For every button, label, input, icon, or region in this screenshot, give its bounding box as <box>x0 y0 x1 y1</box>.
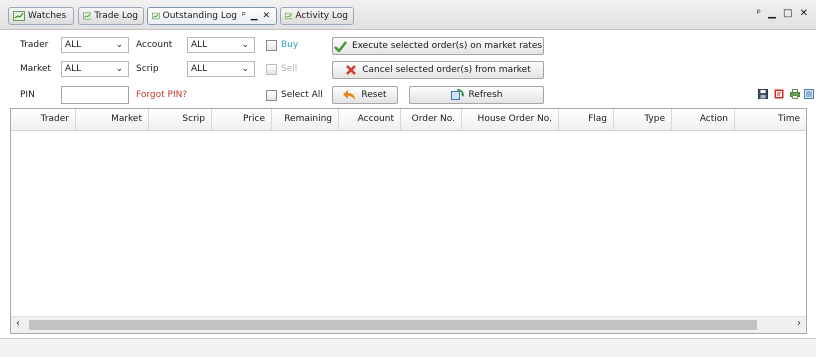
column-header-action[interactable]: Action <box>672 109 735 130</box>
scrip-label: Scrip <box>136 64 159 74</box>
account-label: Account <box>136 40 173 50</box>
tab-window-controls[interactable]: ᵖ ▁ ✕ <box>242 11 271 21</box>
cancel-orders-button[interactable]: Cancel selected order(s) from market <box>332 61 544 79</box>
pin-label: PIN <box>20 90 35 100</box>
column-header-type[interactable]: Type <box>614 109 672 130</box>
execute-orders-label: Execute selected order(s) on market rate… <box>351 41 543 51</box>
trader-label: Trader <box>20 40 49 50</box>
chart-icon <box>152 12 160 20</box>
outstanding-orders-grid[interactable]: Trader Market Scrip Price Remaining Acco… <box>10 108 807 334</box>
account-value: ALL <box>191 40 208 50</box>
scrollbar-thumb[interactable] <box>29 320 757 330</box>
columns-icon[interactable] <box>804 89 814 99</box>
refresh-button[interactable]: Refresh <box>409 86 544 104</box>
execute-orders-button[interactable]: Execute selected order(s) on market rate… <box>332 37 544 55</box>
column-header-order-no[interactable]: Order No. <box>401 109 462 130</box>
buy-label: Buy <box>281 40 299 50</box>
undo-arrow-icon <box>343 89 356 100</box>
save-icon[interactable] <box>758 89 768 99</box>
column-header-scrip[interactable]: Scrip <box>149 109 212 130</box>
chevron-down-icon: ⌄ <box>115 40 123 50</box>
pdf-icon[interactable] <box>774 89 784 99</box>
tab-label: Watches <box>28 11 67 21</box>
select-all-checkbox[interactable] <box>266 90 277 101</box>
checkmark-icon <box>334 40 347 52</box>
reset-label: Reset <box>361 90 387 100</box>
reset-button[interactable]: Reset <box>332 86 398 104</box>
window-controls[interactable]: ᵖ ▁ □ ✕ <box>757 8 810 19</box>
tab-watches[interactable]: Watches <box>8 7 74 25</box>
horizontal-scrollbar[interactable]: ‹ › <box>11 316 806 333</box>
sell-checkbox[interactable] <box>266 64 277 75</box>
chevron-down-icon: ⌄ <box>115 64 123 74</box>
scroll-right-icon[interactable]: › <box>797 318 801 329</box>
column-header-trader[interactable]: Trader <box>11 109 76 130</box>
forgot-pin-link[interactable]: Forgot PIN? <box>136 90 187 100</box>
tab-label: Trade Log <box>94 11 138 21</box>
pin-input[interactable] <box>61 86 129 104</box>
column-header-market[interactable]: Market <box>76 109 149 130</box>
account-select[interactable]: ALL ⌄ <box>187 37 255 53</box>
tab-bar: Watches Trade Log Outstanding Log ᵖ ▁ ✕ … <box>0 0 816 30</box>
grid-header: Trader Market Scrip Price Remaining Acco… <box>11 109 806 131</box>
chart-icon <box>285 12 293 20</box>
select-all-label: Select All <box>281 90 323 100</box>
cancel-orders-label: Cancel selected order(s) from market <box>362 65 531 75</box>
scrip-value: ALL <box>191 64 208 74</box>
refresh-icon <box>450 89 464 100</box>
tab-label: Outstanding Log <box>162 11 237 21</box>
scroll-left-icon[interactable]: ‹ <box>16 318 20 329</box>
market-value: ALL <box>65 64 82 74</box>
column-header-account[interactable]: Account <box>339 109 401 130</box>
cross-icon <box>346 65 357 75</box>
scrip-select[interactable]: ALL ⌄ <box>187 61 255 77</box>
column-header-house-order-no[interactable]: House Order No. <box>462 109 559 130</box>
column-header-time[interactable]: Time <box>735 109 806 130</box>
trader-value: ALL <box>65 40 82 50</box>
tab-trade-log[interactable]: Trade Log <box>78 7 144 25</box>
market-label: Market <box>20 64 51 74</box>
market-select[interactable]: ALL ⌄ <box>61 61 129 77</box>
refresh-label: Refresh <box>468 90 503 100</box>
column-header-flag[interactable]: Flag <box>559 109 614 130</box>
column-header-remaining[interactable]: Remaining <box>272 109 339 130</box>
sell-label: Sell <box>281 64 298 74</box>
trader-select[interactable]: ALL ⌄ <box>61 37 129 53</box>
buy-checkbox[interactable] <box>266 40 277 51</box>
status-bar <box>0 338 816 357</box>
tab-outstanding-log[interactable]: Outstanding Log ᵖ ▁ ✕ <box>147 7 277 25</box>
chart-icon <box>13 11 25 21</box>
print-icon[interactable] <box>790 89 800 99</box>
tab-label: Activity Log <box>295 11 348 21</box>
chart-icon <box>83 12 92 20</box>
tab-activity-log[interactable]: Activity Log <box>280 7 354 25</box>
chevron-down-icon: ⌄ <box>241 64 249 74</box>
chevron-down-icon: ⌄ <box>241 40 249 50</box>
column-header-price[interactable]: Price <box>212 109 272 130</box>
